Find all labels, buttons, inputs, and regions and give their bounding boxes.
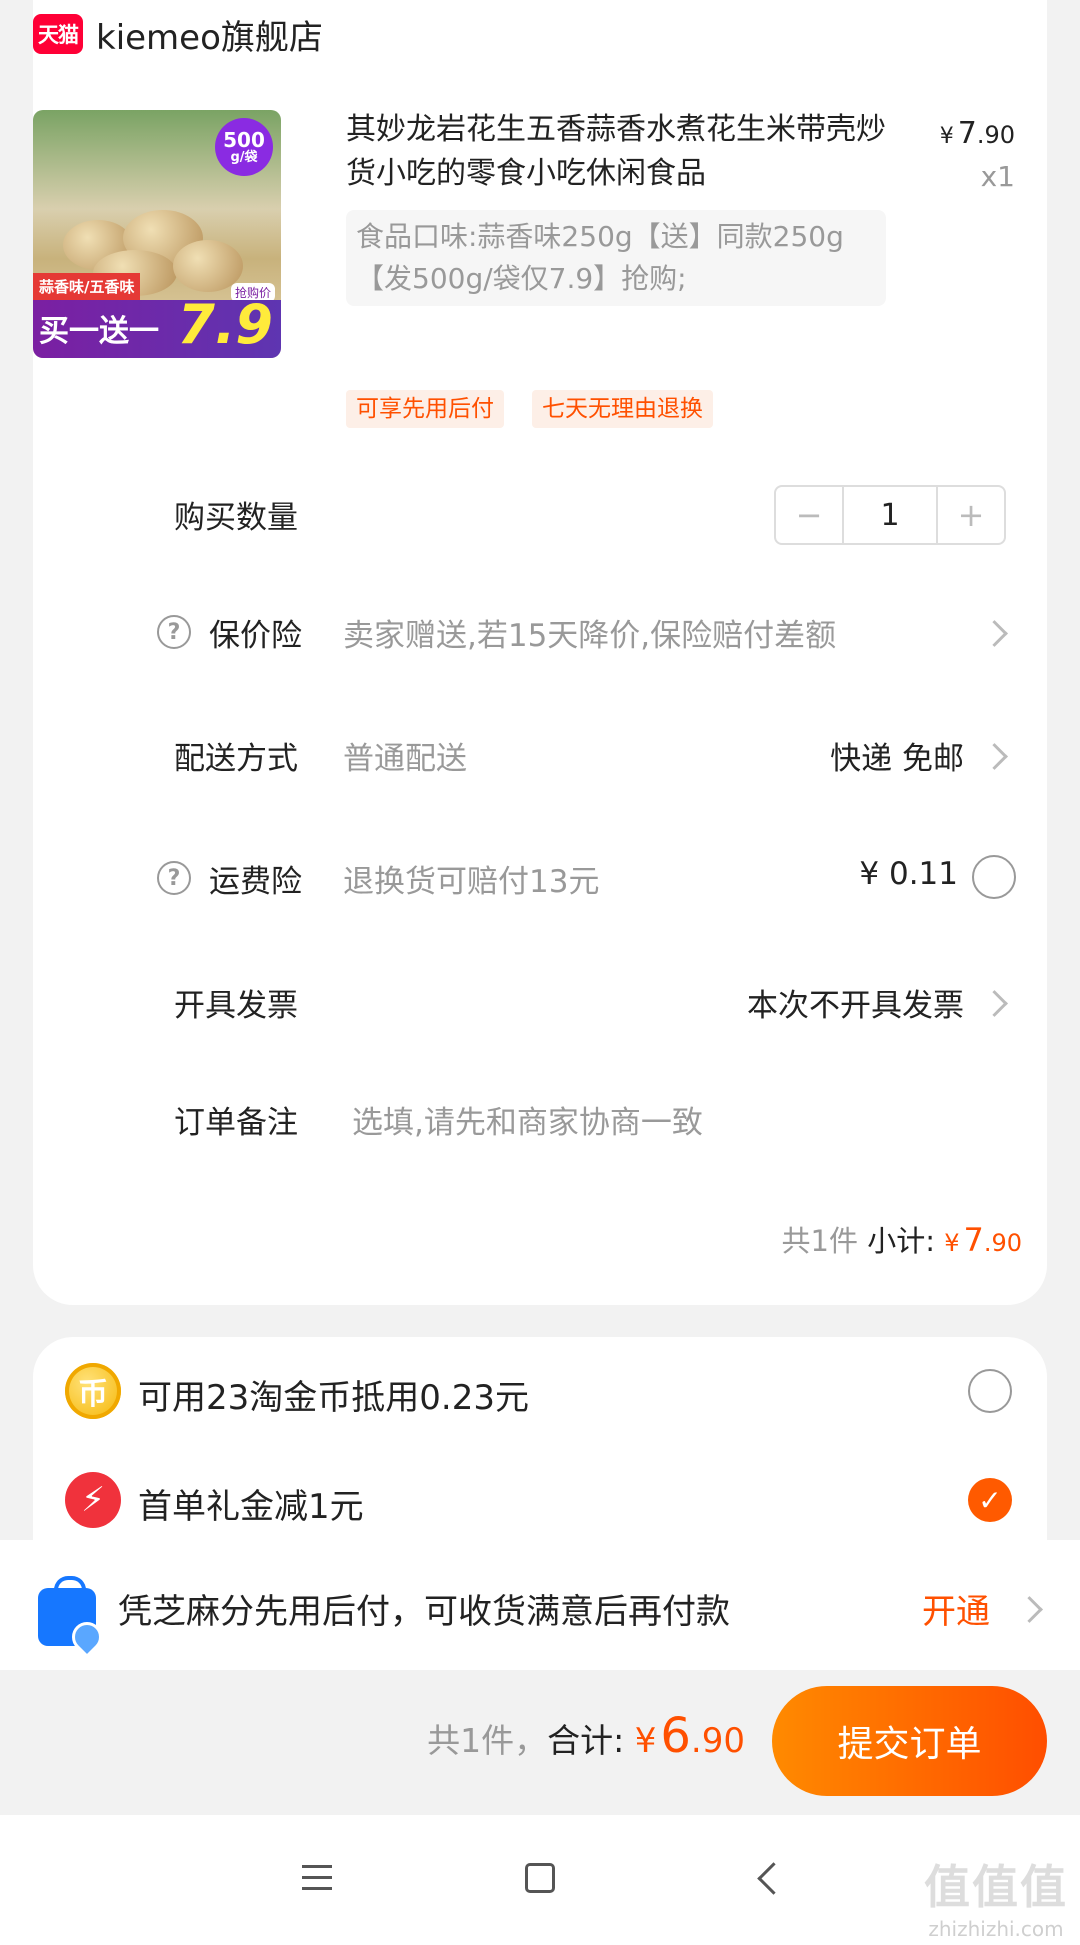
checkout-bar: 共1件，合计: ¥6.90 提交订单 (0, 1670, 1080, 1815)
price-protect-desc[interactable]: 卖家赠送,若15天降价,保险赔付差额 (343, 610, 836, 655)
home-icon[interactable] (525, 1863, 555, 1893)
shop-name[interactable]: kiemeo旗舰店 (96, 10, 323, 59)
invoice-label: 开具发票 (174, 988, 298, 1024)
price-protect-label: 保价险 (209, 618, 302, 654)
taobao-coin-icon: 币 (65, 1363, 121, 1419)
first-order-discount-text: 首单礼金减1元 (138, 1487, 364, 1527)
freight-insurance-price: ¥ 0.11 (859, 856, 958, 892)
activate-button[interactable]: 开通 (922, 1584, 990, 1633)
quantity-value[interactable]: 1 (842, 487, 938, 543)
shopping-bag-icon (38, 1576, 109, 1659)
product-image[interactable]: 500 g/袋 蒜香味/五香味 抢购价 买一送一 7.9 (33, 110, 281, 358)
freight-insurance-label: 运费险 (209, 864, 302, 900)
coin-deduction-radio[interactable] (968, 1369, 1012, 1413)
decrement-button[interactable]: − (776, 487, 842, 543)
quantity-stepper[interactable]: − 1 + (774, 485, 1006, 545)
chevron-right-icon[interactable] (1016, 1596, 1043, 1623)
order-note-label: 订单备注 (174, 1105, 298, 1141)
product-quantity: x1 (980, 160, 1015, 193)
system-navigation-bar: 值值值 zhizhizhi.com (0, 1815, 1080, 1945)
tag-pay-later: 可享先用后付 (346, 390, 504, 428)
help-icon[interactable]: ? (157, 861, 191, 895)
invoice-value[interactable]: 本次不开具发票 (747, 980, 964, 1025)
order-total: 共1件，合计: ¥6.90 (427, 1708, 745, 1764)
tmall-logo: 天猫 (33, 14, 83, 54)
delivery-value[interactable]: 快递 免邮 (830, 733, 964, 778)
pay-later-bar[interactable]: 凭芝麻分先用后付，可收货满意后再付款 开通 (0, 1540, 1080, 1670)
product-price: ¥7.90 (939, 116, 1015, 151)
watermark: 值值值 zhizhizhi.com (924, 1860, 1068, 1941)
order-note-input[interactable]: 选填,请先和商家协商一致 (352, 1097, 703, 1142)
freight-insurance-radio[interactable] (972, 855, 1016, 899)
help-icon[interactable]: ? (157, 615, 191, 649)
delivery-label: 配送方式 (174, 741, 298, 777)
lightning-icon: ⚡ (65, 1472, 121, 1528)
weight-badge: 500 g/袋 (215, 118, 273, 176)
increment-button[interactable]: + (938, 487, 1004, 543)
subtotal: 共1件 小计: ¥7.90 (781, 1221, 1022, 1259)
delivery-desc: 普通配送 (343, 741, 467, 777)
pay-later-text: 凭芝麻分先用后付，可收货满意后再付款 (118, 1592, 730, 1632)
first-order-discount-checkbox[interactable]: ✓ (968, 1478, 1012, 1522)
freight-insurance-desc: 退换货可赔付13元 (343, 864, 600, 900)
product-title[interactable]: 其妙龙岩花生五香蒜香水煮花生米带壳炒货小吃的零食小吃休闲食品 (346, 108, 886, 196)
coin-deduction-text: 可用23淘金币抵用0.23元 (138, 1378, 529, 1418)
menu-icon[interactable] (302, 1865, 332, 1891)
back-icon[interactable] (757, 1862, 790, 1895)
sku-selector[interactable]: 食品口味:蒜香味250g【送】同款250g【发500g/袋仅7.9】抢购; (346, 210, 886, 306)
quantity-label: 购买数量 (174, 500, 298, 536)
tag-7day-return: 七天无理由退换 (532, 390, 713, 428)
submit-order-button[interactable]: 提交订单 (772, 1686, 1047, 1796)
